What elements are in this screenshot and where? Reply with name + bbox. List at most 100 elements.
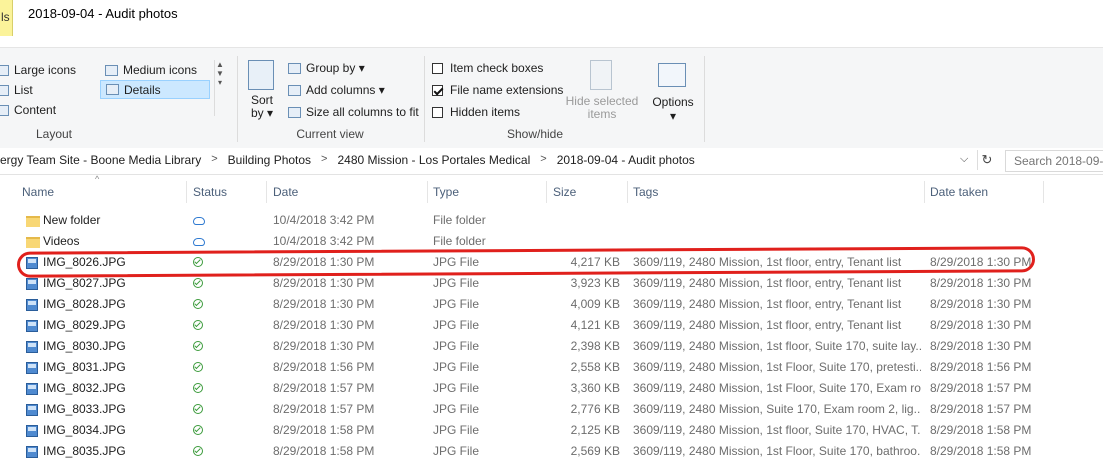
table-row[interactable]: IMG_8031.JPG 8/29/2018 1:56 PM JPG File 2,5… <box>0 357 1103 378</box>
column-header-date[interactable]: Date <box>273 181 298 203</box>
content-label: Content <box>14 103 57 117</box>
column-divider[interactable] <box>627 181 628 203</box>
column-divider[interactable] <box>1043 181 1044 203</box>
table-row[interactable]: IMG_8030.JPG 8/29/2018 1:30 PM JPG File 2,3… <box>0 336 1103 357</box>
sort-by-button[interactable]: Sort by ▾ <box>240 94 284 120</box>
breadcrumb-item[interactable]: 2480 Mission - Los Portales Medical <box>331 153 536 167</box>
column-header-tags[interactable]: Tags <box>633 181 658 203</box>
cell-size: 2,776 KB <box>570 402 620 416</box>
breadcrumb-item[interactable]: ergy Team Site - Boone Media Library <box>0 153 207 167</box>
search-input[interactable] <box>1006 151 1103 171</box>
hide-selected-label-2: items <box>587 107 617 121</box>
address-bar[interactable]: ergy Team Site - Boone Media Library > Bu… <box>0 148 1103 175</box>
sort-by-icon <box>248 60 274 90</box>
cell-type: JPG File <box>433 297 480 311</box>
address-dropdown-icon[interactable]: ⌵ <box>960 153 968 166</box>
image-file-icon <box>26 446 38 458</box>
cell-date: 8/29/2018 1:58 PM <box>273 423 375 437</box>
layout-scroll[interactable]: ▲ ▼ ▾ <box>214 60 225 116</box>
cell-type: JPG File <box>433 276 480 290</box>
breadcrumb-item[interactable]: Building Photos <box>222 153 317 167</box>
group-by-icon <box>288 62 301 74</box>
column-header-date-taken[interactable]: Date taken <box>930 181 988 203</box>
add-columns-label: Add columns <box>306 83 376 97</box>
breadcrumb-item[interactable]: 2018-09-04 - Audit photos <box>551 153 701 167</box>
chevron-right-icon[interactable]: > <box>317 153 331 167</box>
medium-icons-icon <box>105 64 118 76</box>
file-name-extensions-checkbox[interactable] <box>432 84 443 96</box>
add-columns-icon <box>288 84 301 96</box>
chevron-right-icon[interactable]: > <box>207 153 221 167</box>
details-option[interactable]: Details <box>100 80 210 99</box>
hidden-items-label: Hidden items <box>450 105 521 119</box>
item-check-boxes-checkbox[interactable] <box>432 62 443 74</box>
cell-date-taken: 8/29/2018 1:30 PM <box>930 276 1032 290</box>
cloud-icon <box>193 238 205 246</box>
synced-check-icon <box>193 425 203 435</box>
synced-check-icon <box>193 446 203 456</box>
cell-tags: 3609/119, 2480 Mission, 1st floor, entry… <box>633 297 902 311</box>
hide-selected-button[interactable]: Hide selected items <box>562 95 642 121</box>
file-name-extensions-label: File name extensions <box>450 83 564 97</box>
large-icons-option[interactable]: Large icons <box>0 63 76 77</box>
chevron-right-icon[interactable]: > <box>536 153 550 167</box>
window-title: 2018-09-04 - Audit photos <box>28 6 178 21</box>
cell-tags: 3609/119, 2480 Mission, 1st floor, Suite… <box>633 423 921 437</box>
cell-size: 4,009 KB <box>570 297 620 311</box>
file-name-extensions-toggle[interactable]: File name extensions <box>432 83 563 97</box>
cell-name: IMG_8029.JPG <box>43 318 126 332</box>
cell-date: 8/29/2018 1:58 PM <box>273 444 375 458</box>
options-button[interactable]: Options ▾ <box>646 95 700 123</box>
add-columns-button[interactable]: Add columns ▾ <box>288 83 385 97</box>
column-divider[interactable] <box>427 181 428 203</box>
cell-date-taken: 8/29/2018 1:30 PM <box>930 318 1032 332</box>
group-by-button[interactable]: Group by ▾ <box>288 61 365 75</box>
image-file-icon <box>26 362 38 374</box>
quick-access-tab[interactable]: ls <box>0 0 13 36</box>
column-header-name[interactable]: Name <box>22 181 54 203</box>
table-row[interactable]: IMG_8028.JPG 8/29/2018 1:30 PM JPG File 4,0… <box>0 294 1103 315</box>
refresh-icon[interactable]: ↻ <box>977 150 996 170</box>
column-divider[interactable] <box>186 181 187 203</box>
show-hide-group-label: Show/hide <box>506 127 564 141</box>
column-header-type[interactable]: Type <box>433 181 459 203</box>
cell-date-taken: 8/29/2018 1:58 PM <box>930 423 1032 437</box>
synced-check-icon <box>193 362 203 372</box>
hidden-items-checkbox[interactable] <box>432 106 443 118</box>
cell-date-taken: 8/29/2018 1:30 PM <box>930 297 1032 311</box>
table-row[interactable]: IMG_8033.JPG 8/29/2018 1:57 PM JPG File 2,7… <box>0 399 1103 420</box>
table-row[interactable]: IMG_8032.JPG 8/29/2018 1:57 PM JPG File 3,3… <box>0 378 1103 399</box>
cell-date-taken: 8/29/2018 1:57 PM <box>930 402 1032 416</box>
table-row[interactable]: IMG_8029.JPG 8/29/2018 1:30 PM JPG File 4,1… <box>0 315 1103 336</box>
cell-tags: 3609/119, 2480 Mission, Suite 170, Exam … <box>633 402 921 416</box>
table-row[interactable]: New folder 10/4/2018 3:42 PM File folder <box>0 210 1103 231</box>
table-row[interactable]: IMG_8034.JPG 8/29/2018 1:58 PM JPG File 2,1… <box>0 420 1103 441</box>
content-option[interactable]: Content <box>0 103 56 117</box>
hidden-items-toggle[interactable]: Hidden items <box>432 105 520 119</box>
quick-access-tab-label: ls <box>1 10 10 24</box>
hide-selected-label-1: Hide selected <box>565 94 639 108</box>
cell-type: JPG File <box>433 360 480 374</box>
size-all-columns-button[interactable]: Size all columns to fit <box>288 105 419 119</box>
search-box[interactable] <box>1005 150 1103 172</box>
medium-icons-option[interactable]: Medium icons <box>105 63 197 77</box>
cell-size: 4,121 KB <box>570 318 620 332</box>
options-label: Options <box>652 95 694 109</box>
cell-tags: 3609/119, 2480 Mission, 1st Floor, Suite… <box>633 444 921 458</box>
cell-size: 2,558 KB <box>570 360 620 374</box>
synced-check-icon <box>193 278 203 288</box>
column-header-status[interactable]: Status <box>193 181 227 203</box>
cell-tags: 3609/119, 2480 Mission, 1st floor, entry… <box>633 276 902 290</box>
column-divider[interactable] <box>924 181 925 203</box>
table-row[interactable]: IMG_8035.JPG 8/29/2018 1:58 PM JPG File 2,5… <box>0 441 1103 462</box>
column-divider[interactable] <box>266 181 267 203</box>
list-option[interactable]: List <box>0 83 33 97</box>
column-divider[interactable] <box>546 181 547 203</box>
cell-name: IMG_8030.JPG <box>43 339 126 353</box>
column-header-size[interactable]: Size <box>553 181 576 203</box>
list-icon <box>0 84 9 96</box>
cell-tags: 3609/119, 2480 Mission, 1st floor, entry… <box>633 318 902 332</box>
image-file-icon <box>26 404 38 416</box>
list-label: List <box>14 83 33 97</box>
item-check-boxes-toggle[interactable]: Item check boxes <box>432 61 543 75</box>
